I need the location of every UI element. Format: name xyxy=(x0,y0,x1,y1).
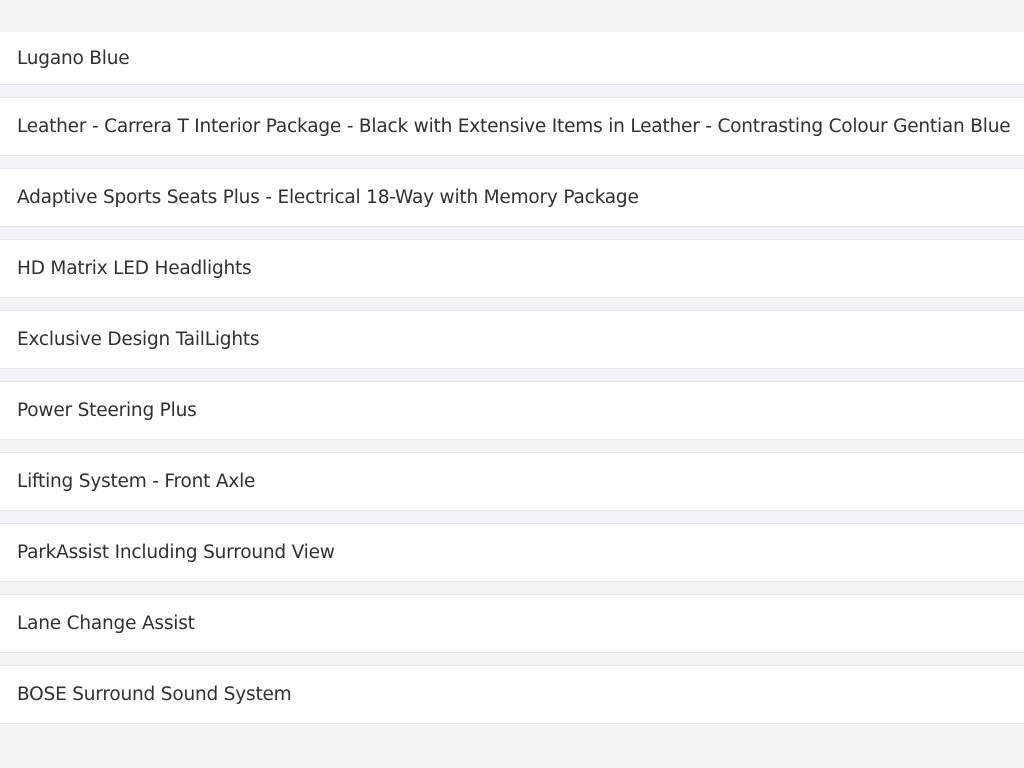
option-label: Leather - Carrera T Interior Package - B… xyxy=(17,116,1011,137)
list-divider xyxy=(0,582,1024,594)
option-label: ParkAssist Including Surround View xyxy=(17,542,335,563)
list-divider xyxy=(0,511,1024,523)
option-label: Lugano Blue xyxy=(17,47,130,69)
list-item-taillights: Exclusive Design TailLights xyxy=(0,310,1024,369)
top-spacer xyxy=(0,0,1024,32)
list-item-lane-change-assist: Lane Change Assist xyxy=(0,594,1024,653)
list-item-matrix-headlights: HD Matrix LED Headlights xyxy=(0,239,1024,298)
list-item-power-steering: Power Steering Plus xyxy=(0,381,1024,440)
list-divider xyxy=(0,227,1024,239)
list-item-parkassist: ParkAssist Including Surround View xyxy=(0,523,1024,582)
list-divider xyxy=(0,298,1024,310)
options-page: Lugano Blue Leather - Carrera T Interior… xyxy=(0,0,1024,768)
option-label: Adaptive Sports Seats Plus - Electrical … xyxy=(17,187,639,208)
option-label: BOSE Surround Sound System xyxy=(17,684,292,705)
vehicle-options-list: Lugano Blue Leather - Carrera T Interior… xyxy=(0,32,1024,724)
list-item-lugano-blue: Lugano Blue xyxy=(0,32,1024,85)
list-divider xyxy=(0,369,1024,381)
list-divider xyxy=(0,156,1024,168)
option-label: Lifting System - Front Axle xyxy=(17,471,256,492)
option-label: Exclusive Design TailLights xyxy=(17,329,260,350)
list-item-adaptive-seats: Adaptive Sports Seats Plus - Electrical … xyxy=(0,168,1024,227)
option-label: HD Matrix LED Headlights xyxy=(17,258,252,279)
list-item-lifting-system: Lifting System - Front Axle xyxy=(0,452,1024,511)
bottom-spacer xyxy=(0,724,1024,762)
option-label: Lane Change Assist xyxy=(17,613,195,634)
option-label: Power Steering Plus xyxy=(17,400,197,421)
list-divider xyxy=(0,653,1024,665)
list-item-bose-sound: BOSE Surround Sound System xyxy=(0,665,1024,724)
list-divider xyxy=(0,440,1024,452)
list-divider xyxy=(0,85,1024,97)
list-item-leather-interior: Leather - Carrera T Interior Package - B… xyxy=(0,97,1024,156)
